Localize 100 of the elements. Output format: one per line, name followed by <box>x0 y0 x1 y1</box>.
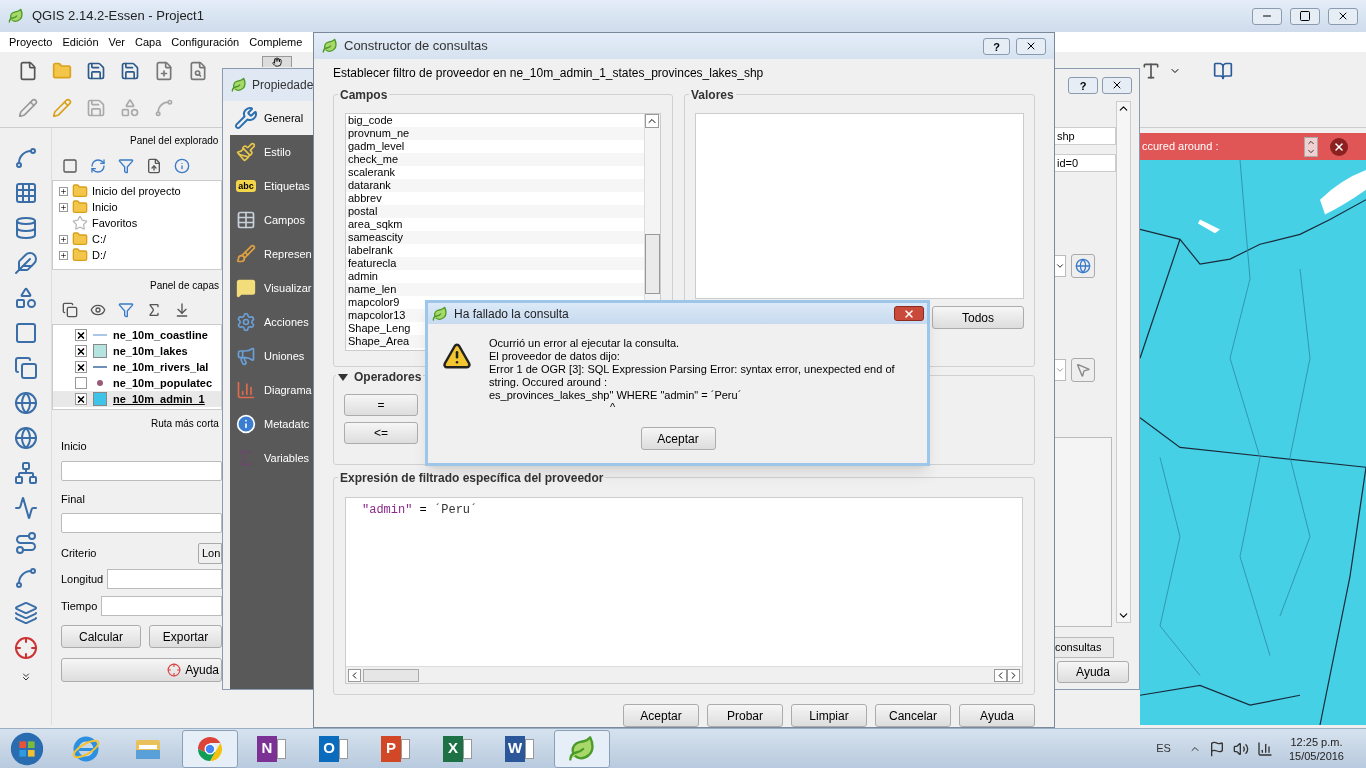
menu-item[interactable]: Capa <box>130 33 167 51</box>
scroll-arrows[interactable] <box>1304 136 1318 157</box>
route-add-icon[interactable] <box>13 531 38 555</box>
tree-item[interactable]: Inicio del proyecto <box>92 182 181 200</box>
field-item[interactable]: datarank <box>348 179 391 192</box>
shape-add-icon[interactable] <box>13 286 38 310</box>
tree-item[interactable]: Inicio <box>92 198 118 216</box>
taskbar-app[interactable]: N <box>244 729 300 768</box>
dialog-button[interactable]: Aceptar <box>623 704 699 727</box>
scroll-left-icon[interactable] <box>994 668 1007 682</box>
operator-button[interactable]: = <box>344 394 418 416</box>
tree-item[interactable]: D:/ <box>92 246 107 264</box>
add-selected-icon[interactable] <box>62 158 78 174</box>
scroll-up-icon[interactable] <box>645 114 659 128</box>
all-values-button[interactable]: Todos <box>932 306 1024 329</box>
calculate-button[interactable]: Calcular <box>61 625 141 648</box>
input-field[interactable] <box>101 596 222 616</box>
tree-item[interactable]: C:/ <box>92 230 107 248</box>
vector-add-icon[interactable] <box>13 146 38 170</box>
taskbar-app[interactable]: P <box>368 729 424 768</box>
section-item[interactable]: Diagrama <box>230 373 314 407</box>
criterion-dropdown[interactable]: Lon <box>198 542 222 564</box>
section-item[interactable]: Represen <box>230 237 314 271</box>
layer-row[interactable]: ne_10m_admin_1 <box>53 391 221 407</box>
checkbox[interactable] <box>75 377 87 389</box>
section-item[interactable]: Variables <box>230 441 314 475</box>
field-item[interactable]: featurecla <box>348 257 397 270</box>
select-button[interactable] <box>1071 358 1095 382</box>
operator-button[interactable]: <= <box>344 422 418 444</box>
taskbar-app[interactable] <box>182 729 238 768</box>
checkbox[interactable] <box>75 393 87 405</box>
expand-button[interactable] <box>59 234 68 244</box>
menu-item[interactable]: Ver <box>103 33 130 51</box>
field-item[interactable]: gadm_level <box>348 140 405 153</box>
save-icon[interactable] <box>86 60 106 81</box>
collapse-icon[interactable] <box>146 158 162 174</box>
crosshair-icon[interactable] <box>13 636 38 660</box>
globe-button[interactable] <box>1071 254 1095 278</box>
field-item[interactable]: sameascity <box>348 231 404 244</box>
field-item[interactable]: admin <box>348 270 378 283</box>
database-add-icon[interactable] <box>13 216 38 240</box>
help-button[interactable]: ? <box>983 37 1010 55</box>
text-field[interactable]: id=0 <box>1054 154 1116 172</box>
new-file-icon[interactable] <box>18 60 38 81</box>
help-book-icon[interactable] <box>1213 60 1233 81</box>
close-button[interactable] <box>1016 37 1046 55</box>
field-item[interactable]: labelrank <box>348 244 393 257</box>
dialog-button[interactable]: Ayuda <box>959 704 1035 727</box>
collapse-arrow-icon[interactable] <box>338 373 348 381</box>
taskbar-app[interactable]: X <box>430 729 486 768</box>
feather-add-icon[interactable] <box>13 251 38 275</box>
field-item[interactable]: big_code <box>348 114 393 127</box>
ok-button[interactable]: Aceptar <box>640 427 716 450</box>
expand-button[interactable] <box>59 186 68 196</box>
menu-item[interactable]: Proyecto <box>4 33 58 51</box>
taskbar-app[interactable] <box>554 729 610 768</box>
edits-icon[interactable] <box>18 98 38 119</box>
dialog-button[interactable]: Limpiar <box>791 704 867 727</box>
section-item[interactable]: Estilo <box>230 135 314 169</box>
field-item[interactable]: postal <box>348 205 378 218</box>
clock-time[interactable]: 12:25 p.m. <box>1290 734 1343 749</box>
raster-add-icon[interactable] <box>13 181 38 205</box>
eye-icon[interactable] <box>90 302 106 318</box>
menu-item[interactable]: Edición <box>57 33 104 51</box>
expression-editor[interactable]: "admin" = ´Peru´ <box>345 497 1023 684</box>
field-item[interactable]: abbrev <box>348 192 382 205</box>
menu-item[interactable]: Compleme <box>244 33 308 51</box>
input-field[interactable] <box>107 569 222 589</box>
maximize-button[interactable] <box>1290 7 1320 25</box>
info-icon[interactable] <box>174 158 190 174</box>
scroll-right-icon[interactable] <box>1007 668 1020 682</box>
input-field[interactable] <box>61 513 222 533</box>
section-item[interactable]: Campos <box>230 203 314 237</box>
section-item[interactable]: Acciones <box>230 305 314 339</box>
taskbar-app[interactable]: W <box>492 729 548 768</box>
save-as-icon[interactable] <box>120 60 140 81</box>
expand-all-icon[interactable] <box>174 302 190 318</box>
language-indicator[interactable]: ES <box>1156 740 1171 757</box>
scroll-left-icon[interactable] <box>348 668 361 682</box>
refresh-icon[interactable] <box>90 158 106 174</box>
scrollbar[interactable] <box>1116 101 1131 623</box>
input-field[interactable] <box>61 460 222 481</box>
menu-item[interactable]: Configuración <box>166 33 245 51</box>
scroll-thumb[interactable] <box>363 668 419 682</box>
web-globe-icon[interactable] <box>13 426 38 450</box>
speaker-icon[interactable] <box>1232 740 1249 757</box>
flag-icon[interactable] <box>1208 740 1225 757</box>
close-button[interactable] <box>1330 137 1348 156</box>
filter-icon[interactable] <box>118 158 134 174</box>
close-button[interactable] <box>894 306 924 321</box>
add-group-icon[interactable] <box>62 302 78 318</box>
section-item[interactable]: Metadatc <box>230 407 314 441</box>
checkbox[interactable] <box>75 361 87 373</box>
close-button[interactable] <box>1328 7 1358 25</box>
expand-button[interactable] <box>59 202 68 212</box>
globe-add-icon[interactable] <box>13 391 38 415</box>
field-item[interactable]: scalerank <box>348 166 396 179</box>
checkbox[interactable] <box>75 345 87 357</box>
query-builder-button[interactable]: consultas <box>1054 637 1114 658</box>
field-item[interactable]: area_sqkm <box>348 218 403 231</box>
